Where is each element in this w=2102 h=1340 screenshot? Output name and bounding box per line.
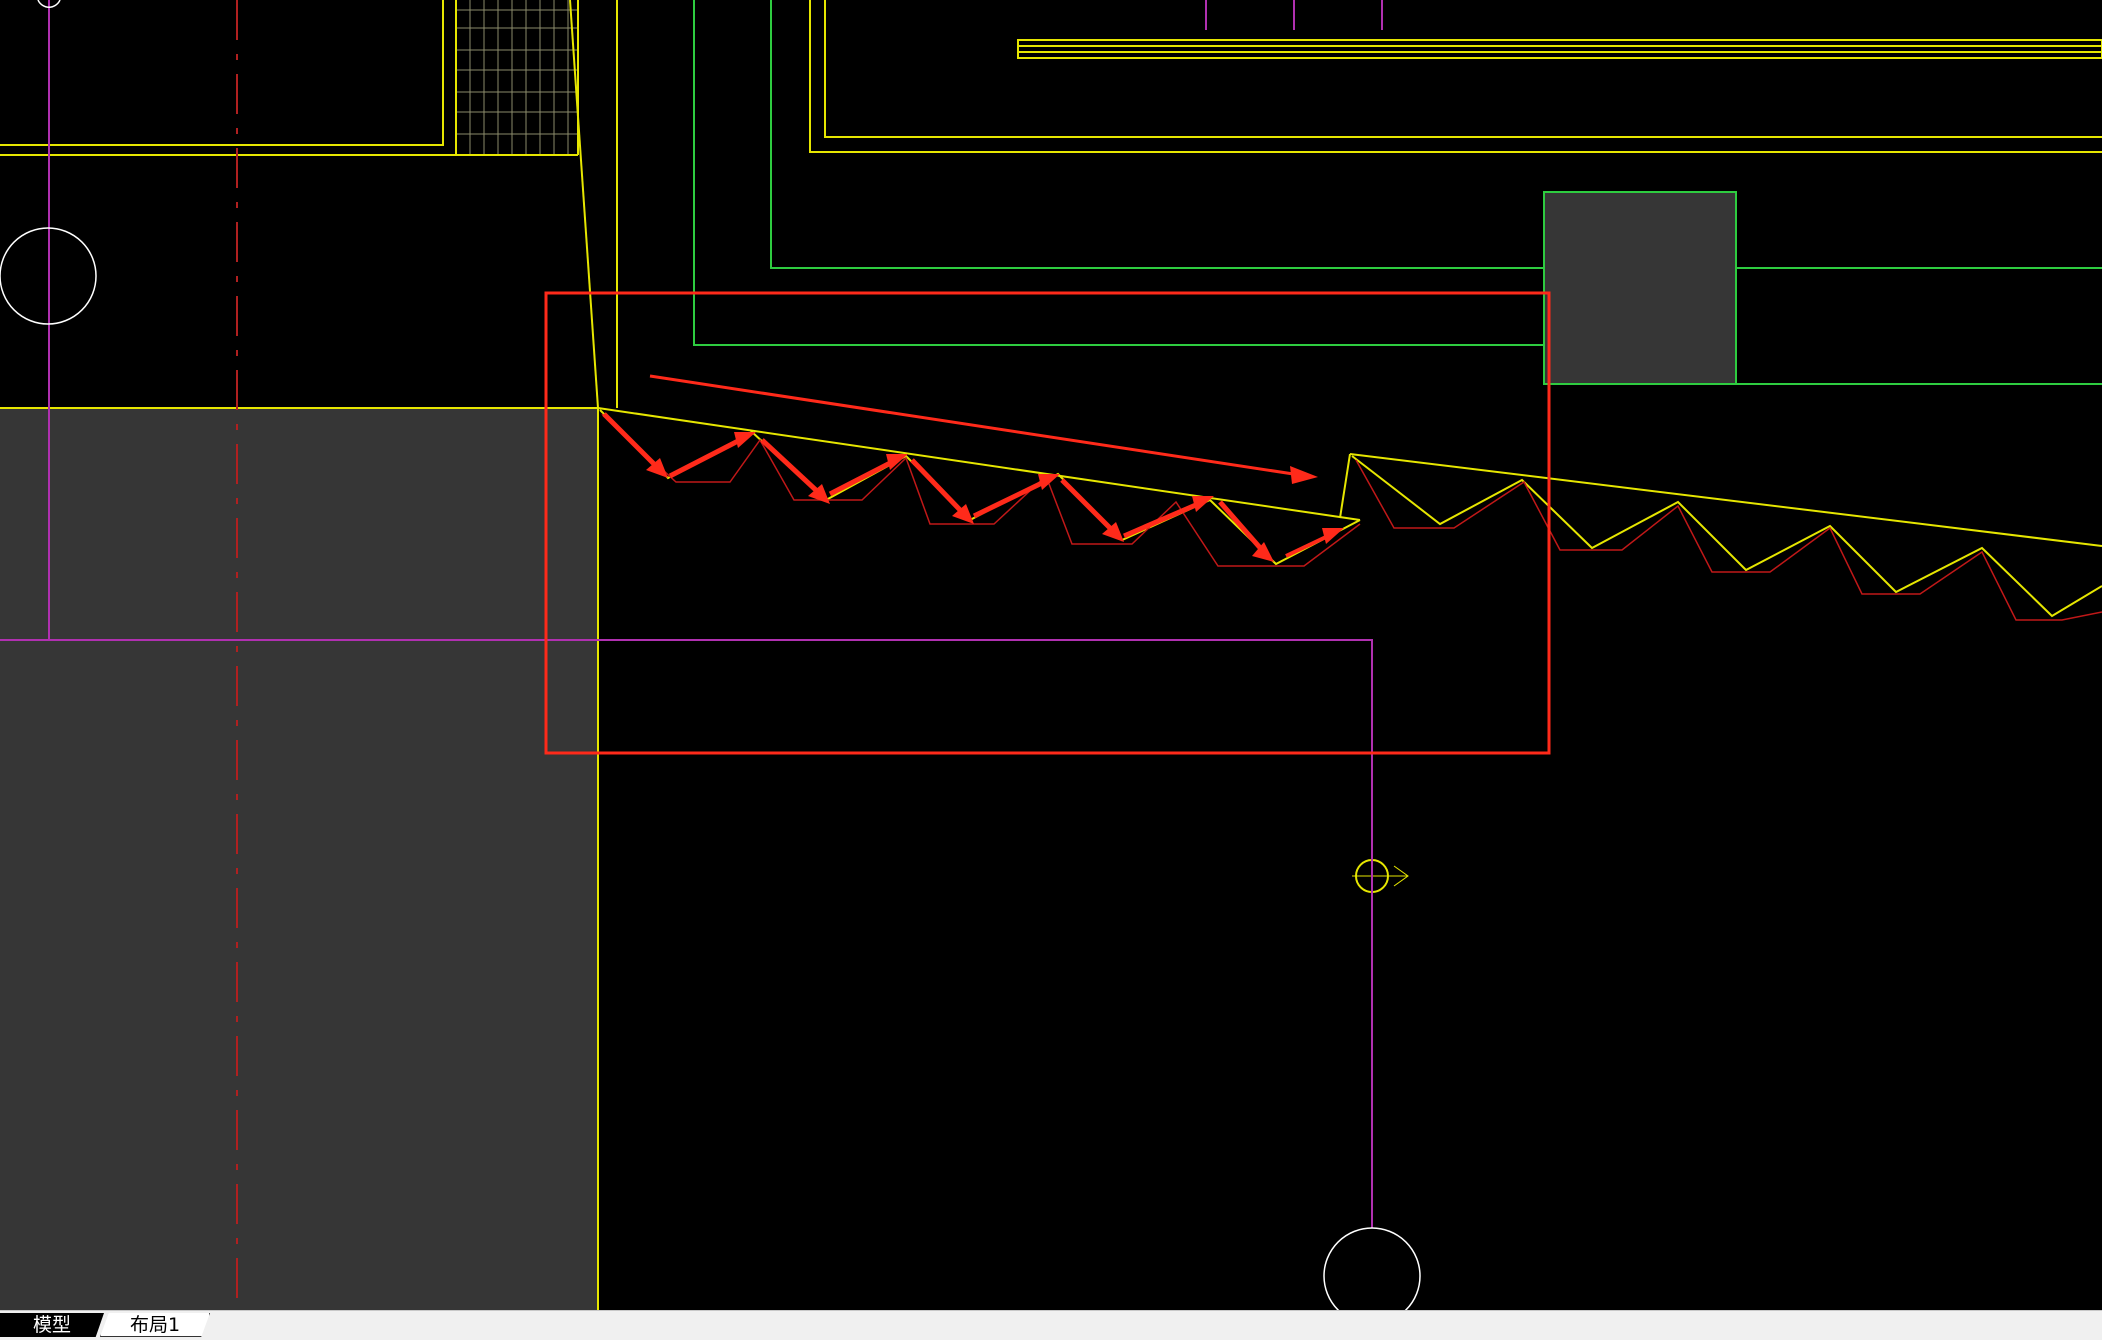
cad-drawing [0, 0, 2102, 1310]
tab-layout1[interactable]: 布局1 [100, 1313, 210, 1337]
tab-model[interactable]: 模型 [0, 1313, 104, 1337]
red-offset-sawtooth [601, 413, 2102, 621]
layout-tab-bar: 模型 布局1 [0, 1310, 2102, 1340]
annotation-arrows [602, 374, 1344, 562]
drawing-canvas[interactable] [0, 0, 2102, 1310]
annotation-highlight-box [544, 291, 1551, 755]
hatch-grid [455, 0, 578, 155]
gray-fill-region-left [0, 408, 598, 1310]
gray-fill-block-right [1543, 191, 1737, 385]
